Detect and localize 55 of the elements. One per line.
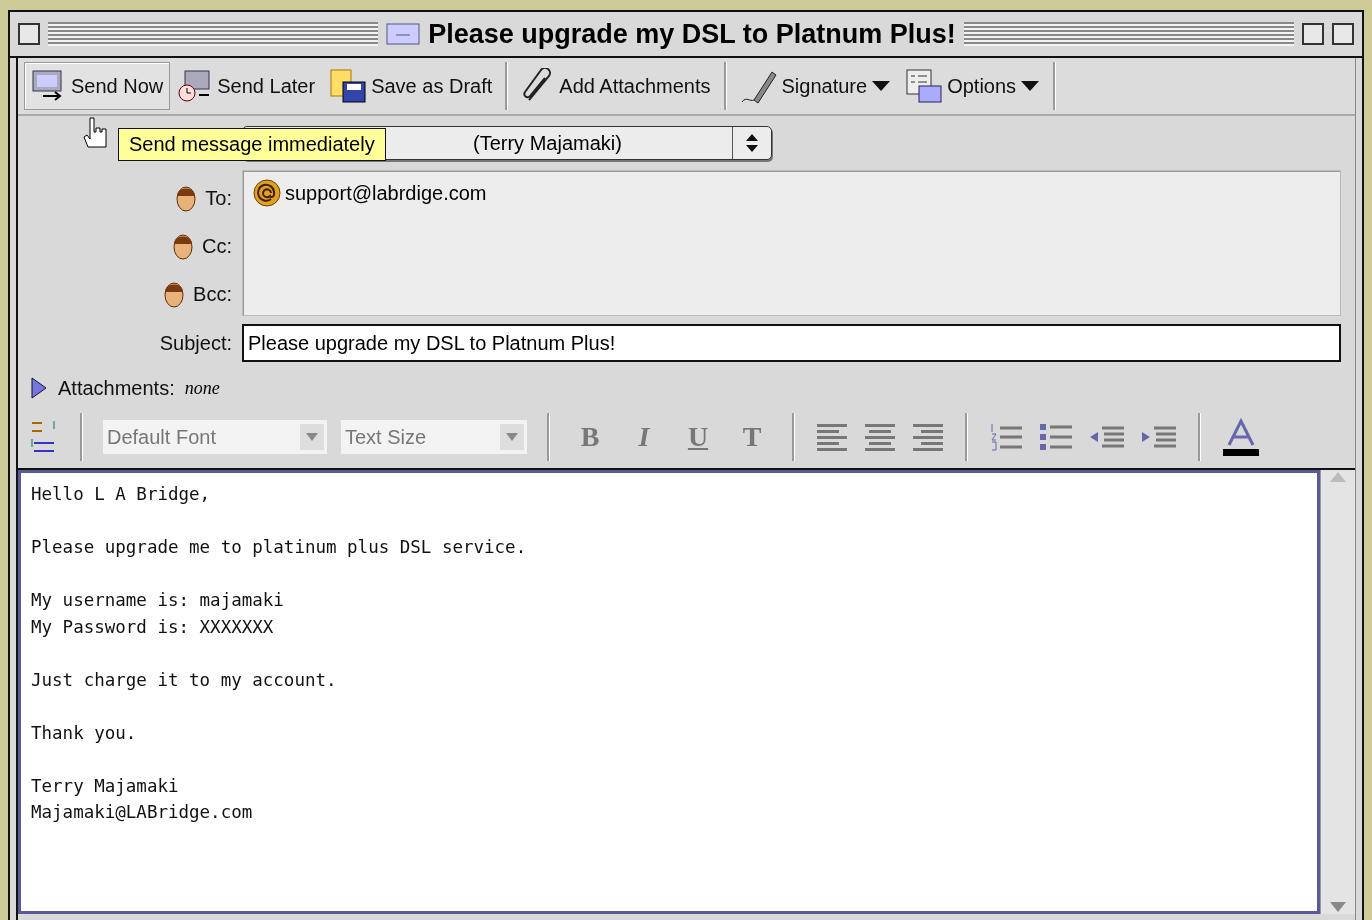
disclosure-triangle-icon[interactable] — [30, 376, 48, 400]
toolbar-button[interactable]: Signature — [732, 62, 899, 110]
body-text-line: My username is: majamaki — [31, 589, 285, 612]
caret-icon — [306, 433, 318, 441]
recipients-field[interactable]: support@labrdige.com — [242, 170, 1341, 316]
text-color-icon[interactable] — [1221, 417, 1261, 457]
scroll-bar[interactable] — [1320, 470, 1355, 914]
toolbar-button[interactable]: Options — [898, 62, 1048, 110]
recipient-address: support@labrdige.com — [285, 181, 487, 205]
tooltip: Send message immediately — [118, 128, 386, 161]
toolbar-button[interactable]: Send Later — [170, 62, 323, 110]
recipient-label: To: — [205, 186, 232, 210]
bullet-list-icon[interactable] — [1038, 422, 1074, 452]
subject-field[interactable]: Please upgrade my DSL to Platnum Plus! — [242, 324, 1341, 362]
person-icon — [172, 232, 194, 260]
caret-icon — [506, 433, 518, 441]
toolbar-button[interactable]: Add Attachments — [514, 62, 718, 110]
align-left-icon[interactable] — [815, 422, 849, 452]
toolbar-button[interactable]: Send Now — [24, 62, 171, 110]
toolbar-button[interactable]: Save as Draft — [322, 62, 500, 110]
size-select[interactable]: Text Size — [341, 420, 527, 454]
recipient-label: Bcc: — [193, 282, 232, 306]
hand-pointer-icon — [82, 116, 110, 150]
numbered-list-icon[interactable] — [988, 422, 1024, 452]
window-title: Please upgrade my DSL to Platnum Plus! — [428, 18, 956, 50]
recipient-label: Cc: — [202, 234, 232, 258]
subject-label: Subject: — [159, 331, 232, 355]
body-text-line: Please upgrade me to platinum plus DSL service. — [31, 536, 528, 559]
body-text-line: Just charge it to my account. — [31, 668, 338, 692]
body-text-line: My Password is: XXXXXXX — [31, 615, 275, 639]
align-right-icon[interactable] — [911, 422, 945, 452]
floppy-disk-icon — [329, 68, 368, 104]
at-sign-icon — [253, 179, 281, 207]
font-select[interactable]: Default Font — [103, 420, 327, 454]
align-center-icon[interactable] — [863, 422, 897, 452]
message-body[interactable]: Hello L A Bridge, Please upgrade me to platinum plus DSL service. My username is: majamaki My Password is: XXXXXXX Just charge it to my account. Thank you. Terry Majamaki Majamaki@LABridge.com — [18, 470, 1320, 914]
dropdown-arrow-icon — [871, 80, 892, 92]
body-text-line: Hello L A Bridge, — [31, 483, 212, 506]
options-envelope-icon — [905, 68, 944, 104]
updown-arrows-icon — [745, 133, 759, 153]
body-text-line: Majamaki@LABridge.com — [31, 801, 254, 824]
collapse-box[interactable] — [1332, 23, 1354, 45]
title-bar-stripes[interactable] — [48, 22, 379, 46]
attachments-label: Attachments: — [58, 376, 175, 400]
dropdown-arrow-icon — [1020, 80, 1041, 92]
envelope-icon — [386, 23, 421, 45]
body-text-line: Terry Majamaki — [31, 774, 180, 798]
body-text-line: Thank you. — [31, 721, 138, 745]
person-icon — [163, 280, 186, 308]
scroll-down-icon[interactable] — [1328, 900, 1348, 914]
close-box[interactable] — [18, 23, 40, 45]
title-bar-stripes[interactable] — [963, 22, 1294, 46]
zoom-box[interactable] — [1302, 23, 1324, 45]
person-icon — [175, 184, 198, 212]
attachments-value: none — [184, 377, 220, 399]
